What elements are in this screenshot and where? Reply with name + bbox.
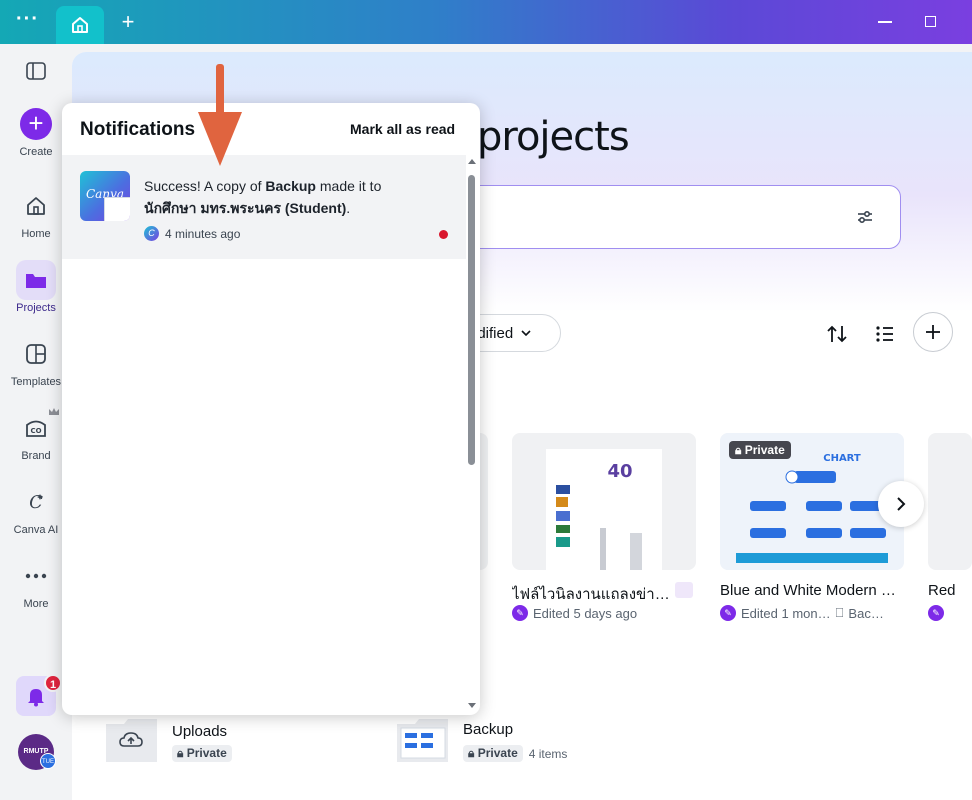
design-thumbnail[interactable]: 40 xyxy=(512,433,696,570)
design-meta: ✎ xyxy=(928,605,944,621)
list-view-button[interactable] xyxy=(873,322,897,346)
canva-ai-icon: C xyxy=(29,492,43,513)
notifications-title: Notifications xyxy=(80,119,196,140)
notification-team-name: นักศึกษา มทร.พระนคร (Student) xyxy=(144,200,347,216)
notification-count-badge: 1 xyxy=(44,674,62,692)
design-meta: ✎ Edited 1 mon… ⎕ Bac… xyxy=(720,605,904,621)
notification-design-name: Backup xyxy=(265,178,316,194)
carousel-next-button[interactable] xyxy=(878,481,924,527)
canva-icon: C xyxy=(144,226,159,241)
app-menu-icon[interactable]: ··· xyxy=(16,9,40,30)
avatar-team-badge: TUE xyxy=(40,753,56,769)
unread-indicator xyxy=(439,230,448,239)
sidebar-item-label: Home xyxy=(21,228,51,240)
sidebar-item-label: More xyxy=(23,598,49,610)
chevron-down-icon xyxy=(521,330,531,336)
design-meta: ✎ Edited 5 days ago xyxy=(512,605,637,621)
design-title[interactable]: Blue and White Modern … xyxy=(720,582,904,599)
folder-name[interactable]: Backup xyxy=(463,721,513,738)
folder-meta: 🔒︎ Private 4 items xyxy=(463,745,567,762)
home-icon xyxy=(27,197,45,215)
sidebar-item-label: Projects xyxy=(16,302,56,314)
sidebar-toggle-icon[interactable] xyxy=(26,62,46,80)
plus-icon: + xyxy=(20,108,52,140)
home-tab[interactable] xyxy=(56,6,104,44)
notification-thumbnail: Canva xyxy=(80,171,130,221)
mark-all-read-button[interactable]: Mark all as read xyxy=(350,121,455,137)
private-badge: 🔒︎ Private xyxy=(729,441,791,459)
folder-meta: 🔒︎ Private xyxy=(172,745,232,762)
notification-text: . xyxy=(346,200,351,216)
private-badge-label: Private xyxy=(186,746,227,760)
cloud-upload-icon xyxy=(106,719,157,762)
plus-icon xyxy=(926,325,940,339)
svg-text:CO: CO xyxy=(30,427,41,435)
notifications-panel: Notifications Mark all as read Canva Suc… xyxy=(62,103,480,715)
brand-icon: CO xyxy=(26,420,46,437)
edited-by-icon: ✎ xyxy=(928,605,944,621)
bell-icon xyxy=(28,689,44,707)
notification-text: made it to xyxy=(315,178,382,194)
notification-item[interactable]: Canva Success! A copy of Backup made it … xyxy=(62,155,466,259)
svg-text:CHART: CHART xyxy=(823,453,861,464)
notification-text: Success! A copy of xyxy=(144,178,266,194)
folder-icon xyxy=(26,274,46,288)
design-preview xyxy=(104,197,130,221)
search-input[interactable] xyxy=(444,185,901,249)
private-badge: 🔒︎ Private xyxy=(172,745,232,762)
list-view-icon xyxy=(876,326,893,342)
folder-name[interactable]: Uploads xyxy=(172,723,227,740)
notification-timestamp: 4 minutes ago xyxy=(165,226,241,241)
edited-by-icon: ✎ xyxy=(512,605,528,621)
folder-backup[interactable] xyxy=(395,716,450,763)
chevron-right-icon xyxy=(897,497,906,511)
templates-icon xyxy=(26,344,46,364)
private-badge: 🔒︎ Private xyxy=(463,745,523,762)
filter-icon[interactable] xyxy=(856,208,874,226)
more-icon xyxy=(25,573,47,579)
sidebar-item-label: Brand xyxy=(21,450,51,462)
annotation-arrow-icon xyxy=(198,64,242,166)
notification-time: C 4 minutes ago xyxy=(144,226,240,241)
design-title[interactable]: ไฟล์ไวนิลงานแถลงข่า… xyxy=(512,582,696,606)
folder-item-count: 4 items xyxy=(528,746,568,761)
maximize-button[interactable] xyxy=(925,16,936,27)
design-thumbnail[interactable] xyxy=(928,433,972,570)
page-title: projects xyxy=(477,114,630,160)
design-title[interactable]: Red xyxy=(928,582,972,599)
sidebar-item-label: Templates xyxy=(10,376,62,388)
crown-icon xyxy=(49,408,59,415)
notification-message: Success! A copy of Backup made it to นัก… xyxy=(144,175,424,219)
private-badge-label: Private xyxy=(744,443,785,457)
add-button[interactable] xyxy=(913,312,953,352)
new-tab-button[interactable]: + xyxy=(118,10,138,34)
design-folder-text: Bac… xyxy=(848,605,884,621)
edited-by-icon: ✎ xyxy=(720,605,736,621)
scroll-down-arrow[interactable] xyxy=(468,703,476,708)
title-bar: ··· + xyxy=(0,0,972,44)
minimize-button[interactable] xyxy=(878,21,892,23)
folder-icon: ⎕ xyxy=(835,605,844,620)
svg-text:40: 40 xyxy=(607,461,632,482)
lock-icon: 🔒︎ xyxy=(735,443,742,457)
svg-text:C: C xyxy=(29,492,43,513)
folder-uploads[interactable] xyxy=(104,716,159,763)
design-meta-text: Edited 1 mon… xyxy=(741,605,831,621)
avatar xyxy=(675,582,693,598)
folder-thumbnail-image xyxy=(397,719,448,762)
sidebar-item-label: Canva AI xyxy=(13,524,59,536)
home-icon xyxy=(72,17,88,33)
poster-thumbnail-image: 40 xyxy=(546,449,662,570)
private-badge-label: Private xyxy=(477,746,518,760)
design-meta-text: Edited 5 days ago xyxy=(533,605,638,621)
scrollbar-thumb[interactable] xyxy=(468,175,475,465)
sort-order-button[interactable] xyxy=(825,322,849,346)
scroll-up-arrow[interactable] xyxy=(468,159,476,164)
sidebar-item-label: Create xyxy=(19,146,53,158)
sort-arrows-icon xyxy=(827,325,847,343)
